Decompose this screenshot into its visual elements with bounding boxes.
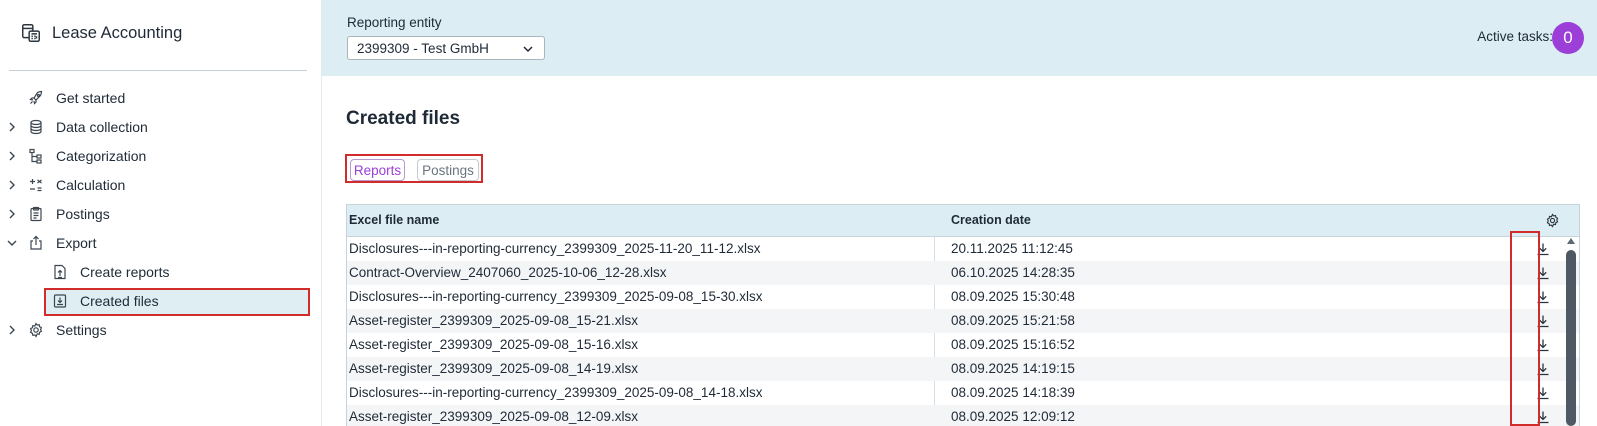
sidebar-item-export[interactable]: Export: [0, 229, 322, 258]
creation-date-cell: 08.09.2025 15:21:58: [951, 313, 1075, 328]
creation-date-cell: 20.11.2025 11:12:45: [951, 241, 1073, 256]
sidebar-divider: [9, 70, 307, 71]
reporting-entity-value: 2399309 - Test GmbH: [357, 40, 489, 56]
sidebar-item-get-started[interactable]: Get started: [0, 84, 322, 113]
reporting-entity-select[interactable]: 2399309 - Test GmbH: [347, 36, 545, 60]
app-title: Lease Accounting: [52, 23, 183, 42]
creation-date-cell: 08.09.2025 14:18:39: [951, 385, 1075, 400]
sidebar-item-settings[interactable]: Settings: [0, 316, 322, 345]
sidebar-item-label: Calculation: [56, 177, 126, 193]
creation-date-cell: 08.09.2025 15:16:52: [951, 337, 1075, 352]
chevron-right-icon[interactable]: [6, 150, 18, 162]
sidebar-item-categorization[interactable]: Categorization: [0, 142, 322, 171]
chevron-down-icon: [523, 46, 533, 53]
sidebar-item-label: Categorization: [56, 148, 147, 164]
chevron-right-icon[interactable]: [6, 179, 18, 191]
table-row[interactable]: Disclosures---in-reporting-currency_2399…: [347, 285, 1579, 309]
creation-date-cell: 08.09.2025 14:19:15: [951, 361, 1075, 376]
table-settings-gear-icon[interactable]: [1545, 213, 1560, 228]
creation-date-cell: 08.09.2025 12:09:12: [951, 409, 1075, 424]
scroll-up-arrow-icon[interactable]: [1567, 238, 1575, 244]
file-name-cell: Disclosures---in-reporting-currency_2399…: [349, 241, 761, 256]
table-header: Excel file name Creation date: [347, 205, 1579, 237]
rocket-icon: [29, 90, 43, 105]
sidebar-item-create-reports[interactable]: Create reports: [0, 258, 322, 287]
database-icon: [30, 119, 42, 135]
sidebar-item-label: Create reports: [80, 264, 170, 280]
column-header-file-name[interactable]: Excel file name: [349, 213, 439, 227]
top-bar: Reporting entity 2399309 - Test GmbH Act…: [322, 0, 1597, 76]
tab-postings[interactable]: Postings: [417, 159, 479, 181]
table-row[interactable]: Disclosures---in-reporting-currency_2399…: [347, 237, 1579, 261]
sidebar-item-calculation[interactable]: Calculation: [0, 171, 322, 200]
file-name-cell: Disclosures---in-reporting-currency_2399…: [349, 289, 763, 304]
sidebar: Lease Accounting Get started Data collec…: [0, 0, 322, 426]
calculator-icon: [30, 179, 42, 192]
file-name-cell: Asset-register_2399309_2025-09-08_14-19.…: [349, 361, 638, 376]
gear-icon: [29, 322, 43, 338]
chevron-right-icon[interactable]: [6, 121, 18, 133]
scrollbar-thumb[interactable]: [1566, 250, 1576, 426]
chevron-right-icon[interactable]: [6, 208, 18, 220]
sidebar-item-postings[interactable]: Postings: [0, 200, 322, 229]
table-row[interactable]: Asset-register_2399309_2025-09-08_15-21.…: [347, 309, 1579, 333]
file-name-cell: Asset-register_2399309_2025-09-08_15-16.…: [349, 337, 638, 352]
tabs-highlight: Reports Postings: [345, 154, 483, 183]
sidebar-item-label: Get started: [56, 90, 126, 106]
clipboard-icon: [30, 206, 42, 222]
sidebar-item-label: Export: [56, 235, 97, 251]
table-body: Disclosures---in-reporting-currency_2399…: [347, 237, 1579, 426]
files-table: Excel file name Creation date Disclosure…: [346, 204, 1580, 426]
file-name-cell: Contract-Overview_2407060_2025-10-06_12-…: [349, 265, 667, 280]
active-tasks-label: Active tasks:: [1477, 29, 1553, 44]
column-header-creation-date[interactable]: Creation date: [951, 213, 1031, 227]
table-row[interactable]: Asset-register_2399309_2025-09-08_14-19.…: [347, 357, 1579, 381]
file-name-cell: Disclosures---in-reporting-currency_2399…: [349, 385, 763, 400]
sidebar-item-created-files[interactable]: Created files: [0, 287, 322, 316]
file-name-cell: Asset-register_2399309_2025-09-08_12-09.…: [349, 409, 638, 424]
active-tasks-badge[interactable]: 0: [1552, 22, 1584, 54]
sidebar-item-label: Data collection: [56, 119, 148, 135]
file-upload-icon: [54, 264, 66, 280]
file-name-cell: Asset-register_2399309_2025-09-08_15-21.…: [349, 313, 638, 328]
creation-date-cell: 06.10.2025 14:28:35: [951, 265, 1075, 280]
creation-date-cell: 08.09.2025 15:30:48: [951, 289, 1075, 304]
chevron-down-icon[interactable]: [6, 237, 18, 249]
lease-accounting-logo-icon: [22, 24, 40, 42]
tab-reports[interactable]: Reports: [350, 159, 405, 181]
sidebar-item-label: Postings: [56, 206, 110, 222]
hierarchy-icon: [29, 148, 42, 164]
table-row[interactable]: Disclosures---in-reporting-currency_2399…: [347, 381, 1579, 405]
download-column-highlight: [1510, 231, 1540, 426]
sidebar-item-label: Settings: [56, 322, 107, 338]
table-scrollbar[interactable]: [1564, 236, 1578, 426]
table-row[interactable]: Contract-Overview_2407060_2025-10-06_12-…: [347, 261, 1579, 285]
page-title: Created files: [346, 108, 461, 129]
file-download-icon: [53, 294, 67, 308]
table-row[interactable]: Asset-register_2399309_2025-09-08_15-16.…: [347, 333, 1579, 357]
export-icon: [30, 235, 42, 250]
sidebar-nav: Get started Data collection Categorizati…: [0, 84, 322, 345]
chevron-right-icon[interactable]: [6, 324, 18, 336]
sidebar-item-data-collection[interactable]: Data collection: [0, 113, 322, 142]
app-header: Lease Accounting: [20, 22, 182, 44]
reporting-entity-label: Reporting entity: [347, 15, 442, 30]
table-row[interactable]: Asset-register_2399309_2025-09-08_12-09.…: [347, 405, 1579, 426]
sidebar-item-label: Created files: [80, 293, 159, 309]
